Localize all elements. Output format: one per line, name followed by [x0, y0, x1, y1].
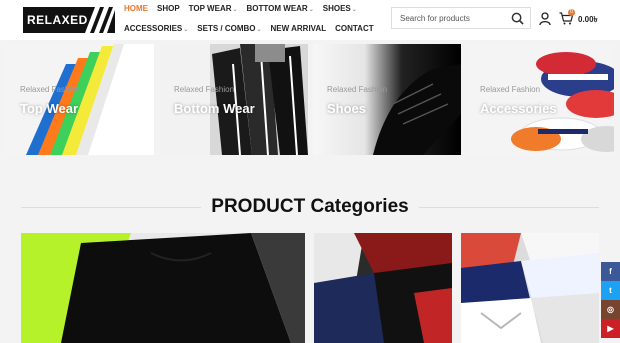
banner-subtitle: Relaxed Fashion	[327, 85, 388, 94]
banner-title: Shoes	[327, 101, 367, 116]
nav-item-contact[interactable]: CONTACT	[335, 24, 374, 36]
nav-item-new-arrival[interactable]: NEW ARRIVAL	[271, 24, 327, 36]
youtube-glyph: ▶	[607, 324, 614, 333]
banner-bottom-wear[interactable]: Relaxed Fashion Bottom Wear	[160, 44, 308, 155]
nav-item-home[interactable]: HOME	[124, 4, 148, 16]
nav-item-sets-combo[interactable]: SETS / COMBO⌄	[197, 24, 261, 36]
tshirts-image	[21, 233, 305, 343]
accessories-image	[466, 44, 614, 155]
banner-title: Bottom Wear	[174, 101, 255, 116]
cart-count-badge: 0	[568, 9, 575, 16]
search-input[interactable]	[400, 13, 510, 23]
nav-row-1: HOME SHOP TOP WEAR⌄ BOTTOM WEAR⌄ SHOES⌄	[124, 4, 364, 16]
site-header: RELAXED HOME SHOP TOP WEAR⌄ BOTTOM WEAR⌄…	[0, 0, 620, 40]
instagram-icon[interactable]: ◎	[601, 300, 620, 319]
facebook-icon[interactable]: f	[601, 262, 620, 281]
logo-slashes-icon	[85, 7, 115, 33]
logo-text: RELAXED	[27, 13, 88, 27]
nav-row-2: ACCESSORIES⌄ SETS / COMBO⌄ NEW ARRIVAL C…	[124, 24, 374, 36]
nav-label: SHOP	[157, 4, 180, 13]
instagram-glyph: ◎	[607, 305, 614, 314]
section-divider-right	[419, 207, 599, 208]
nav-label: TOP WEAR	[188, 4, 232, 13]
nav-label: NEW ARRIVAL	[270, 24, 327, 33]
chevron-down-icon: ⌄	[351, 7, 357, 13]
nav-item-shoes[interactable]: SHOES⌄	[323, 4, 357, 16]
shoes-image	[313, 44, 461, 155]
category-tile-polo[interactable]	[314, 233, 452, 343]
logo[interactable]: RELAXED	[23, 7, 115, 33]
polo-image	[314, 233, 452, 343]
banner-shoes[interactable]: Relaxed Fashion Shoes	[313, 44, 461, 155]
chevron-down-icon: ⌄	[256, 27, 262, 33]
banner-subtitle: Relaxed Fashion	[174, 85, 235, 94]
twitter-glyph: t	[609, 286, 612, 295]
banner-title: Top Wear	[20, 101, 79, 116]
nav-label: HOME	[124, 4, 148, 13]
banner-subtitle: Relaxed Fashion	[20, 85, 81, 94]
nav-item-accessories[interactable]: ACCESSORIES⌄	[124, 24, 188, 36]
search-icon[interactable]	[511, 12, 524, 25]
banner-top-wear[interactable]: Relaxed Fashion Top Wear	[6, 44, 154, 155]
banner-title: Accessories	[480, 101, 557, 116]
chevron-down-icon: ⌄	[308, 7, 314, 13]
nav-item-top-wear[interactable]: TOP WEAR⌄	[189, 4, 238, 16]
cart-total[interactable]: 0.00৳	[578, 14, 598, 27]
chevron-down-icon: ⌄	[183, 27, 189, 33]
shirts-image	[461, 233, 599, 343]
chevron-down-icon: ⌄	[232, 7, 238, 13]
category-tile-shirts[interactable]	[461, 233, 599, 343]
nav-label: SETS / COMBO	[197, 24, 256, 33]
main-nav: HOME SHOP TOP WEAR⌄ BOTTOM WEAR⌄ SHOES⌄ …	[124, 4, 374, 44]
search-box	[391, 7, 531, 29]
bottom-wear-image	[160, 44, 308, 155]
nav-item-bottom-wear[interactable]: BOTTOM WEAR⌄	[247, 4, 314, 16]
nav-item-shop[interactable]: SHOP	[157, 4, 180, 16]
category-tile-tshirts[interactable]	[21, 233, 305, 343]
nav-label: CONTACT	[335, 24, 374, 33]
nav-label: SHOES	[322, 4, 351, 13]
top-wear-image	[6, 44, 154, 155]
nav-label: ACCESSORIES	[124, 24, 183, 33]
user-icon[interactable]	[539, 12, 551, 25]
nav-label: BOTTOM WEAR	[246, 4, 308, 13]
banner-accessories[interactable]: Relaxed Fashion Accessories	[466, 44, 614, 155]
facebook-glyph: f	[609, 267, 612, 276]
banner-subtitle: Relaxed Fashion	[480, 85, 541, 94]
youtube-icon[interactable]: ▶	[601, 319, 620, 338]
twitter-icon[interactable]: t	[601, 281, 620, 300]
